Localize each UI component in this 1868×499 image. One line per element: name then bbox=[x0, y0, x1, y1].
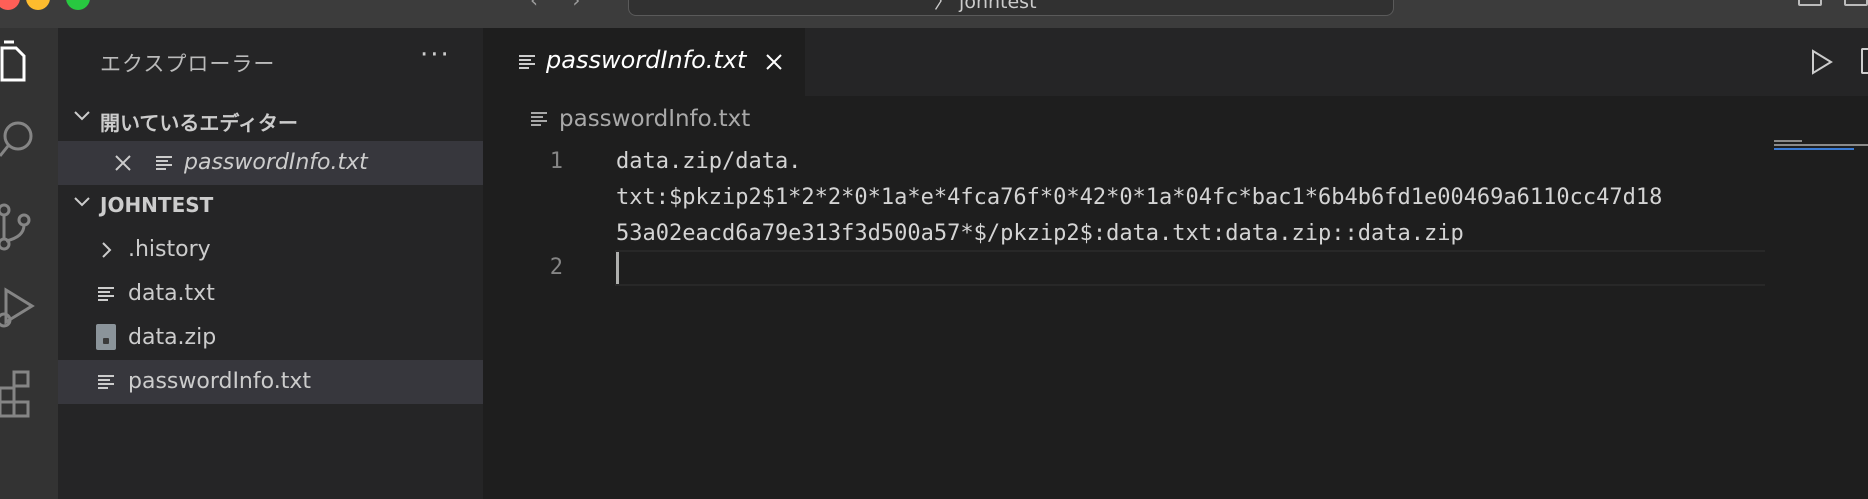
minimap-line bbox=[1774, 144, 1868, 146]
current-line-highlight bbox=[615, 250, 1765, 286]
title-bar: ‹ › 〉 johntest bbox=[0, 0, 1868, 28]
close-icon[interactable] bbox=[763, 51, 785, 73]
layout-controls[interactable] bbox=[1778, 0, 1868, 8]
tree-item-label: data.txt bbox=[128, 281, 215, 306]
code-line-1-part-2[interactable]: txt:$pkzip2$1*2*2*0*1a*e*4fca76f*0*42*0*… bbox=[616, 180, 1662, 216]
text-file-icon bbox=[156, 156, 172, 170]
chevron-down-icon bbox=[74, 111, 90, 121]
tree-item-label: data.zip bbox=[128, 325, 217, 350]
line-number: 1 bbox=[549, 149, 563, 174]
text-file-icon bbox=[531, 112, 547, 126]
command-center[interactable]: 〉 johntest bbox=[628, 0, 1394, 16]
run-icon[interactable] bbox=[1809, 48, 1835, 76]
command-center-label: 〉 johntest bbox=[934, 0, 1037, 13]
chevron-down-icon bbox=[74, 197, 90, 207]
tab-label: passwordInfo.txt bbox=[546, 46, 747, 74]
tree-item-passwordinfo-txt[interactable]: passwordInfo.txt bbox=[58, 360, 483, 404]
run-debug-icon[interactable] bbox=[0, 284, 58, 344]
tab-passwordinfo[interactable]: passwordInfo.txt bbox=[483, 28, 805, 96]
tree-item-data-zip[interactable]: data.zip bbox=[58, 316, 483, 360]
minimap-line bbox=[1774, 140, 1802, 142]
toggle-panel-icon[interactable] bbox=[1844, 0, 1868, 6]
editor-tab-bar: passwordInfo.txt bbox=[483, 28, 1868, 96]
open-editors-label: 開いているエディター bbox=[100, 111, 298, 135]
code-line-1-part-3[interactable]: 53a02eacd6a79e313f3d500a57*$/pkzip2$:dat… bbox=[616, 216, 1464, 252]
text-file-icon bbox=[98, 287, 114, 301]
source-control-icon[interactable] bbox=[0, 200, 58, 260]
explorer-sidebar: エクスプローラー ··· 開いているエディター passwordInfo.txt… bbox=[58, 28, 483, 499]
extensions-icon[interactable] bbox=[0, 368, 58, 428]
explorer-title: エクスプローラー bbox=[100, 52, 276, 76]
workspace-section-header[interactable]: JOHNTEST bbox=[58, 186, 483, 226]
close-window-button[interactable] bbox=[0, 0, 20, 10]
chevron-right-icon bbox=[102, 242, 112, 258]
minimize-window-button[interactable] bbox=[26, 0, 50, 10]
tree-item-history[interactable]: .history bbox=[58, 228, 483, 272]
text-file-icon bbox=[519, 55, 535, 69]
search-icon[interactable] bbox=[0, 112, 58, 172]
split-editor-icon[interactable] bbox=[1861, 48, 1868, 74]
toggle-sidebar-icon[interactable] bbox=[1798, 0, 1822, 6]
explorer-header: エクスプローラー ··· bbox=[58, 28, 483, 94]
workspace-label: JOHNTEST bbox=[100, 193, 214, 217]
tree-item-label: .history bbox=[128, 237, 211, 262]
open-editors-section-header[interactable]: 開いているエディター bbox=[58, 100, 483, 140]
text-cursor bbox=[616, 252, 619, 284]
line-number: 2 bbox=[549, 255, 563, 280]
text-file-icon bbox=[98, 375, 114, 389]
navigation-arrows[interactable]: ‹ › bbox=[530, 0, 594, 12]
breadcrumb[interactable]: passwordInfo.txt bbox=[483, 96, 1868, 144]
open-editor-label: passwordInfo.txt bbox=[184, 150, 368, 175]
breadcrumb-label: passwordInfo.txt bbox=[559, 106, 751, 132]
activity-bar bbox=[0, 28, 58, 499]
maximize-window-button[interactable] bbox=[66, 0, 90, 10]
more-actions-button[interactable]: ··· bbox=[420, 40, 451, 70]
tree-item-data-txt[interactable]: data.txt bbox=[58, 272, 483, 316]
zip-file-icon bbox=[96, 324, 116, 350]
files-icon[interactable] bbox=[0, 36, 58, 96]
code-line-1-part-1[interactable]: data.zip/data. bbox=[616, 144, 801, 180]
code-editor[interactable]: 1 data.zip/data. txt:$pkzip2$1*2*2*0*1a*… bbox=[483, 144, 1868, 499]
tree-item-label: passwordInfo.txt bbox=[128, 369, 311, 394]
minimap[interactable] bbox=[1774, 140, 1868, 160]
minimap-line bbox=[1774, 148, 1854, 150]
close-icon[interactable] bbox=[112, 152, 134, 174]
open-editor-item[interactable]: passwordInfo.txt bbox=[58, 141, 483, 185]
